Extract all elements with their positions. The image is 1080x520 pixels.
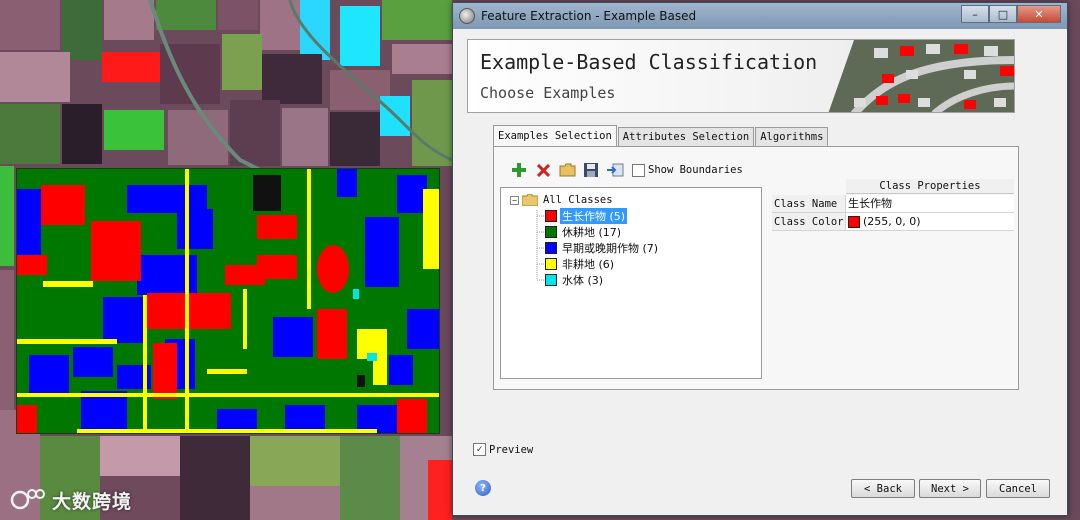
title-bar[interactable]: Feature Extraction - Example Based – □ ✕	[453, 3, 1067, 29]
class-label: 生长作物 (5)	[560, 208, 628, 224]
classes-tree[interactable]: − All Classes 生长作物 (5) 休耕地 (17) 早期或晚期作物 …	[500, 187, 762, 379]
tree-class-item[interactable]: 早期或晚期作物 (7)	[501, 240, 761, 256]
class-label: 早期或晚期作物 (7)	[562, 242, 659, 255]
class-color-swatch	[545, 258, 557, 270]
open-folder-icon[interactable]	[558, 161, 576, 179]
folder-icon	[522, 194, 538, 206]
tab-attributes-selection[interactable]: Attributes Selection	[617, 127, 755, 146]
class-label: 休耕地 (17)	[562, 226, 622, 239]
window-title: Feature Extraction - Example Based	[481, 9, 697, 23]
class-color-swatch	[545, 210, 557, 222]
class-label: 水体 (3)	[562, 274, 604, 287]
collapse-icon[interactable]: −	[510, 195, 519, 205]
delete-icon[interactable]	[534, 161, 552, 179]
class-color-swatch	[545, 226, 557, 238]
show-boundaries-checkbox[interactable]	[632, 163, 645, 177]
property-row-class-color[interactable]: Class Color (255, 0, 0)	[772, 213, 1014, 231]
property-row-class-name[interactable]: Class Name 生长作物	[772, 195, 1014, 213]
tab-examples-selection[interactable]: Examples Selection	[493, 125, 617, 146]
dialog-client-area: Example-Based Classification Choose Exam…	[459, 31, 1061, 511]
tree-class-item[interactable]: 非耕地 (6)	[501, 256, 761, 272]
class-color-swatch	[545, 274, 557, 286]
window-controls: – □ ✕	[961, 5, 1061, 23]
class-color-swatch[interactable]	[848, 215, 860, 228]
banner-title: Example-Based Classification	[480, 50, 818, 74]
watermark-text: 大数跨境	[52, 490, 133, 513]
watermark-logo-icon	[10, 489, 45, 510]
tree-class-item[interactable]: 生长作物 (5)	[501, 208, 761, 224]
preview-toggle[interactable]: ✓ Preview	[473, 443, 533, 456]
app-icon	[459, 8, 475, 24]
class-color-value[interactable]: (255, 0, 0)	[846, 213, 1014, 230]
preview-label: Preview	[489, 443, 534, 456]
class-label: 非耕地 (6)	[562, 258, 615, 271]
class-color-rgb: (255, 0, 0)	[863, 214, 921, 228]
watermark: 大数跨境	[10, 484, 132, 516]
preview-checkbox[interactable]: ✓	[473, 443, 486, 456]
banner-aerial-image	[828, 40, 1014, 112]
cancel-button[interactable]: Cancel	[986, 479, 1050, 498]
import-icon[interactable]	[606, 161, 624, 179]
show-boundaries-label: Show Boundaries	[648, 164, 743, 176]
examples-selection-panel: Show Boundaries − All Classes 生长作物 (5) 休…	[493, 146, 1019, 390]
tree-class-item[interactable]: 休耕地 (17)	[501, 224, 761, 240]
minimize-button[interactable]: –	[961, 5, 989, 23]
maximize-button[interactable]: □	[989, 5, 1017, 23]
help-icon[interactable]: ?	[475, 480, 491, 496]
tree-root-label: All Classes	[543, 194, 613, 206]
tab-algorithms[interactable]: Algorithms	[755, 127, 829, 146]
banner-subtitle: Choose Examples	[480, 84, 616, 102]
add-icon[interactable]	[510, 161, 528, 179]
feature-extraction-dialog: Feature Extraction - Example Based – □ ✕…	[452, 2, 1068, 516]
class-name-value[interactable]: 生长作物	[846, 195, 1014, 212]
property-key: Class Name	[772, 195, 846, 212]
next-button[interactable]: Next >	[919, 479, 981, 498]
examples-toolbar: Show Boundaries	[510, 161, 743, 179]
back-button[interactable]: < Back	[851, 479, 915, 498]
tab-strip: Examples Selection Attributes Selection …	[493, 125, 829, 146]
property-key: Class Color	[772, 213, 846, 230]
save-icon[interactable]	[582, 161, 600, 179]
class-properties-header: Class Properties	[846, 179, 1014, 194]
class-color-swatch	[545, 242, 557, 254]
tree-class-item[interactable]: 水体 (3)	[501, 272, 761, 288]
tree-root-all-classes[interactable]: − All Classes	[501, 192, 761, 208]
show-boundaries-toggle[interactable]: Show Boundaries	[632, 163, 743, 177]
classification-result-map	[16, 168, 440, 434]
close-button[interactable]: ✕	[1017, 5, 1061, 23]
header-banner: Example-Based Classification Choose Exam…	[467, 39, 1015, 113]
